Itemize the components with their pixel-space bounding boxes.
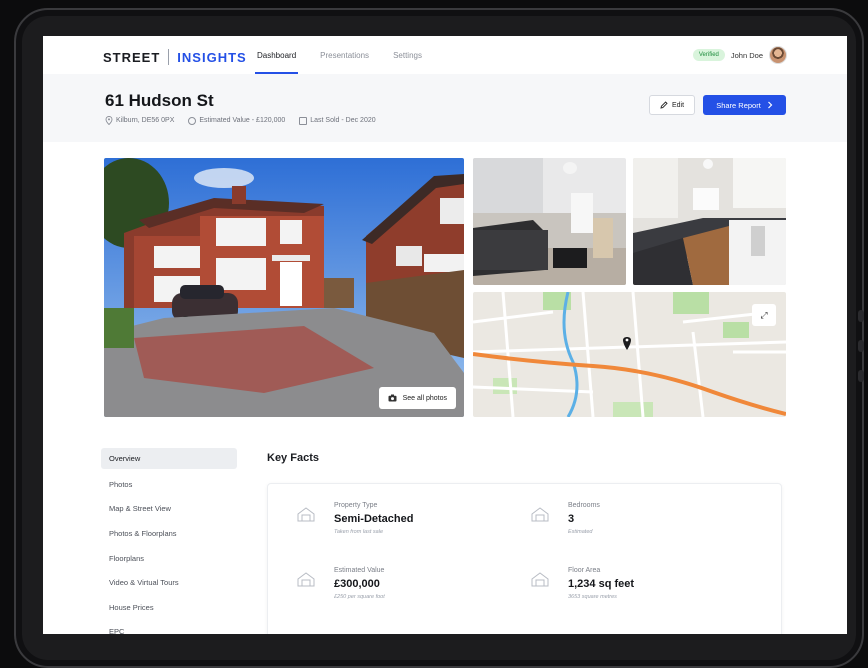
calendar-icon (299, 116, 308, 125)
sidenav-item-overview[interactable]: Overview (101, 448, 237, 469)
fact-note: £250 per square foot (334, 594, 385, 600)
bed-icon (531, 507, 549, 522)
sidenav-item-floorplans[interactable]: Floorplans (101, 546, 237, 571)
fact-value: 3 (568, 513, 575, 525)
fact-bedrooms: Bedrooms 3 Estimated (530, 502, 750, 552)
user-name: John Doe (730, 50, 763, 60)
brand-logo[interactable]: STREET INSIGHTS (103, 49, 247, 65)
property-meta: Kilburn, DE56 0PX Estimated Value - £120… (105, 116, 376, 125)
main-nav: Dashboard Presentations Settings (254, 36, 446, 74)
chevron-right-icon (767, 101, 773, 109)
share-report-button[interactable]: Share Report (703, 95, 786, 115)
sidenav-item-map-street-view[interactable]: Map & Street View (101, 497, 237, 522)
kitchen-photo[interactable] (633, 158, 786, 285)
brand-name-right: INSIGHTS (177, 49, 247, 65)
sidenav-item-photos[interactable]: Photos (101, 472, 237, 497)
value-icon (297, 572, 315, 587)
key-facts-heading: Key Facts (267, 452, 319, 464)
camera-icon (388, 394, 397, 402)
location-text: Kilburn, DE56 0PX (116, 117, 175, 124)
fact-note: Estimated (568, 529, 593, 535)
property-header: 61 Hudson St Kilburn, DE56 0PX Estimated… (43, 74, 847, 142)
fact-value: Semi-Detached (334, 513, 414, 525)
sidenav-item-house-prices[interactable]: House Prices (101, 595, 237, 620)
verified-badge: Verified (692, 49, 725, 61)
sidenav-item-video-tours[interactable]: Video & Virtual Tours (101, 570, 237, 595)
fact-value: £300,000 (334, 578, 380, 590)
fact-label: Floor Area (568, 567, 601, 574)
fact-note: 3653 square metres (568, 594, 617, 600)
see-all-photos-button[interactable]: See all photos (378, 387, 456, 409)
fact-estimated-value: Estimated Value £300,000 £250 per square… (296, 567, 516, 617)
last-sold-meta: Last Sold - Dec 2020 (299, 116, 376, 125)
fact-label: Property Type (334, 502, 378, 509)
location-map[interactable]: ⤢ (473, 292, 786, 417)
sidenav-item-epc[interactable]: EPC (101, 620, 237, 634)
expand-map-button[interactable]: ⤢ (752, 304, 776, 326)
expand-icon: ⤢ (760, 309, 768, 320)
page-title: 61 Hudson St (105, 91, 214, 110)
brand-name-left: STREET (103, 49, 161, 65)
living-room-photo[interactable] (473, 158, 626, 285)
floor-area-icon (531, 572, 549, 587)
tab-settings[interactable]: Settings (393, 36, 422, 74)
location-pin-icon (105, 116, 113, 125)
living-room-image (473, 158, 626, 285)
estimate-text: Estimated Value - £120,000 (199, 117, 286, 124)
section-nav: Overview Photos Map & Street View Photos… (101, 448, 237, 634)
fact-label: Bedrooms (568, 502, 600, 509)
sidenav-item-photos-floorplans[interactable]: Photos & Floorplans (101, 521, 237, 546)
edit-button[interactable]: Edit (649, 95, 695, 115)
logo-divider (168, 49, 170, 65)
main-property-photo[interactable]: See all photos (104, 158, 464, 417)
side-button (858, 370, 864, 382)
see-all-photos-label: See all photos (402, 394, 447, 402)
fact-floor-area: Floor Area 1,234 sq feet 3653 square met… (530, 567, 750, 617)
fact-note: Taken from last sale (334, 529, 384, 535)
key-facts-card: Property Type Semi-Detached Taken from l… (267, 483, 782, 634)
tab-dashboard[interactable]: Dashboard (254, 36, 299, 74)
edit-label: Edit (671, 101, 685, 109)
last-sold-text: Last Sold - Dec 2020 (310, 117, 376, 124)
avatar[interactable] (769, 46, 787, 64)
kitchen-image (633, 158, 786, 285)
share-label: Share Report (716, 100, 761, 110)
house-exterior-image (104, 158, 464, 417)
top-bar: STREET INSIGHTS Dashboard Presentations … (43, 36, 847, 74)
house-icon (297, 507, 315, 522)
fact-label: Estimated Value (334, 567, 385, 574)
side-button (858, 340, 864, 352)
fact-property-type: Property Type Semi-Detached Taken from l… (296, 502, 516, 552)
tab-presentations[interactable]: Presentations (320, 36, 369, 74)
map-image (473, 292, 786, 417)
side-button (858, 310, 864, 322)
coin-icon (188, 116, 197, 125)
app-screen: STREET INSIGHTS Dashboard Presentations … (43, 36, 847, 634)
user-menu[interactable]: Verified John Doe (692, 46, 787, 64)
pencil-icon (660, 101, 668, 109)
location-meta: Kilburn, DE56 0PX (105, 116, 174, 125)
fact-value: 1,234 sq feet (568, 578, 635, 590)
estimate-meta: Estimated Value - £120,000 (188, 116, 285, 125)
